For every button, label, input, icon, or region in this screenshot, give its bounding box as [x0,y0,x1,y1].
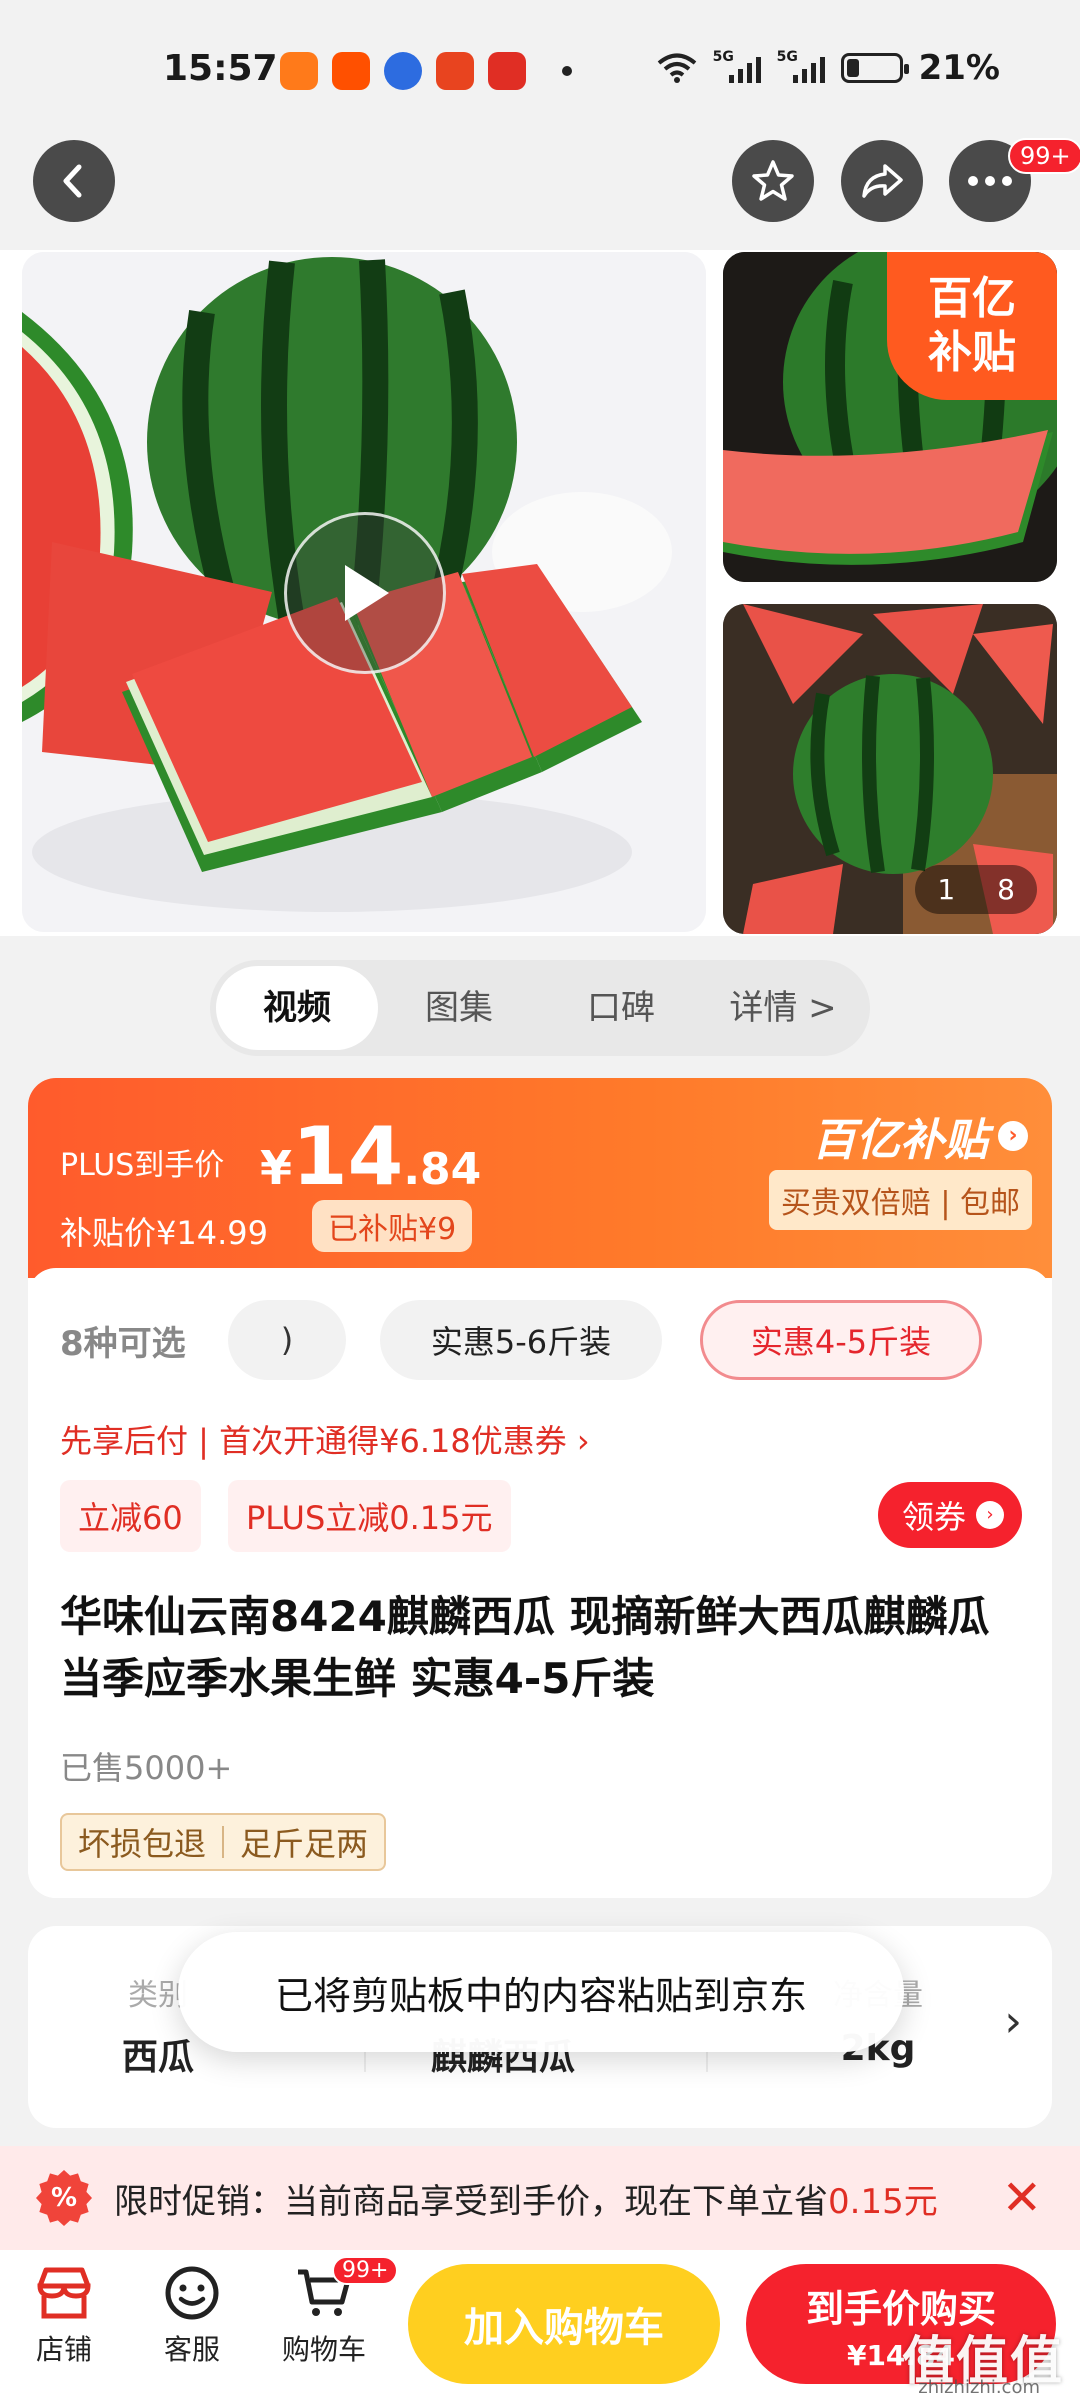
share-icon [862,164,903,198]
sold-count: 已售5000+ [60,1749,233,1787]
plus-discount-chip: PLUS立减0.15元 [228,1480,511,1552]
status-time: 15:57 [163,48,278,89]
tab-gallery[interactable]: 图集 [378,966,540,1050]
service-tags[interactable]: 坏损包退 足斤足两 [60,1813,387,1871]
bottom-action-bar: 店铺 客服 购物车 99+ 加入购物车 到手价购买 ¥14.84 值值值 zhi… [0,2250,1080,2400]
tab-details[interactable]: 详情 > [702,966,864,1050]
service-face-icon [165,2266,219,2320]
product-gallery: 百亿 补贴 1 8 [0,250,1080,936]
service-tag: 足斤足两 [240,1825,369,1863]
discount-chip: 立减60 [60,1480,201,1552]
discount-badge-icon: % [36,2170,92,2226]
plus-price: ¥14.84 [260,1110,482,1203]
spec-option-selected[interactable]: 实惠4-5斤装 [700,1300,982,1380]
get-coupon-button[interactable]: 领券 › [877,1482,1022,1548]
tab-reviews[interactable]: 口碑 [540,966,702,1050]
price-guarantee-tag: 买贵双倍赔 | 包邮 [768,1170,1032,1230]
signal-icon: 5G [777,49,825,87]
limited-promo-bar[interactable]: % 限时促销：当前商品享受到手价，现在下单立省0.15元 ✕ [0,2146,1080,2250]
app-notification-icon [280,52,318,90]
customer-service-button[interactable]: 客服 [132,2264,252,2368]
shop-icon [37,2267,91,2319]
product-info: 8种可选 ) 实惠5-6斤装 实惠4-5斤装 先享后付 | 首次开通得¥6.18… [28,1268,1052,1898]
chevron-left-icon [63,164,82,198]
share-button[interactable] [841,140,923,222]
message-count-badge: 99+ [1008,138,1080,174]
main-product-video[interactable] [22,252,706,932]
billion-subsidy-link[interactable]: 百亿补贴 › [812,1104,1028,1168]
battery-percent: 21% [918,48,1000,88]
chevron-right-icon: › [976,1501,1004,1529]
spec-option-partial[interactable]: ) [228,1300,346,1380]
product-title: 华味仙云南8424麒麟西瓜 现摘新鲜大西瓜麒麟瓜当季应季水果生鲜 实惠4-5斤装 [60,1592,990,1703]
app-notification-icon [436,52,474,90]
clipboard-toast: 已将剪贴板中的内容粘贴到京东 [178,1932,904,2052]
gallery-thumbnail[interactable]: 百亿 补贴 [723,252,1057,582]
pinduoduo-app-icon [488,52,526,90]
status-app-icons [280,52,572,90]
more-notifications-dot [562,66,572,76]
play-video-button[interactable] [284,512,446,674]
close-icon[interactable]: ✕ [1002,2170,1042,2226]
subsidy-price-label: 补贴价¥14.99 [60,1214,268,1252]
shop-button[interactable]: 店铺 [4,2264,124,2368]
gallery-thumbnail[interactable]: 1 8 [723,604,1057,934]
subsidy-badge: 百亿 补贴 [887,252,1057,400]
price-card: PLUS到手价 ¥14.84 补贴价¥14.99 已补贴¥9 百亿补贴 › 买贵… [28,1078,1052,1898]
spec-option[interactable]: 实惠5-6斤装 [380,1300,662,1380]
baidu-app-icon [384,52,422,90]
battery-icon [840,53,909,83]
back-button[interactable] [33,140,115,222]
service-tag: 坏损包退 [78,1825,207,1863]
promo-text: 限时促销：当前商品享受到手价，现在下单立省0.15元 [114,2181,938,2222]
add-to-cart-button[interactable]: 加入购物车 [408,2264,720,2384]
taobao-app-icon [332,52,370,90]
wifi-icon [657,53,696,83]
status-bar: 15:57 5G 5G 21% [0,0,1080,130]
chevron-right-icon: › [1004,1996,1022,2047]
more-dots-icon [968,176,1012,186]
spec-count-label[interactable]: 8种可选 [60,1316,186,1365]
subsidized-amount-tag: 已补贴¥9 [312,1200,473,1252]
cart-count-badge: 99+ [332,2256,399,2285]
pay-later-promo[interactable]: 先享后付 | 首次开通得¥6.18优惠券 › [60,1416,590,1462]
plus-price-label: PLUS到手价 [60,1148,225,1183]
watermark-url: zhizhizhi.com [918,2377,1040,2398]
cart-button[interactable]: 购物车 99+ [264,2256,399,2368]
media-tabs-area: 视频 图集 口碑 详情 > [0,936,1080,1078]
media-tabs: 视频 图集 口碑 详情 > [210,960,870,1056]
star-icon [752,160,794,201]
favorite-button[interactable] [732,140,814,222]
status-right: 5G 5G 21% [657,48,1000,88]
price-header: PLUS到手价 ¥14.84 补贴价¥14.99 已补贴¥9 百亿补贴 › 买贵… [28,1078,1052,1278]
gallery-counter: 1 8 [915,865,1037,914]
tab-video[interactable]: 视频 [216,966,378,1050]
chevron-right-icon: › [998,1121,1028,1151]
play-icon [345,565,389,621]
signal-icon: 5G [713,49,761,87]
